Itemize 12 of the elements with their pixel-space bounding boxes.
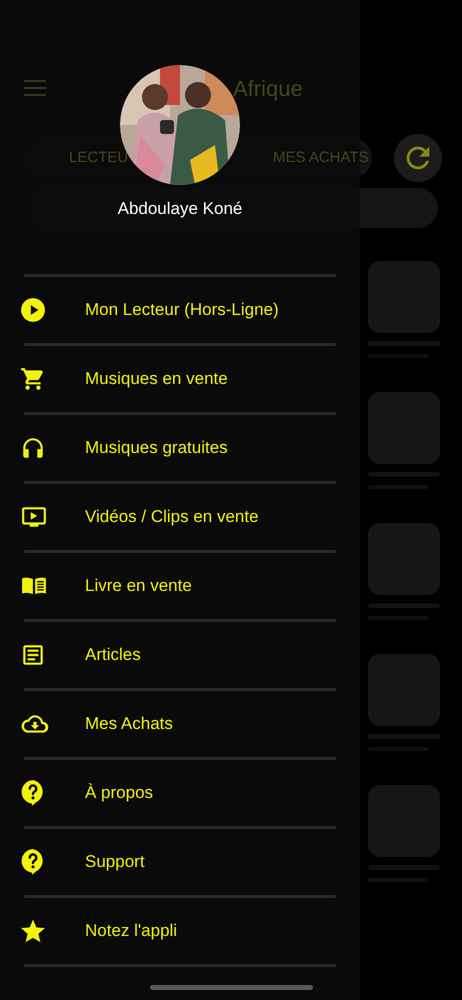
menu-item[interactable]: Support — [0, 828, 360, 894]
menu-item[interactable]: Musiques gratuites — [0, 414, 360, 480]
menu-item[interactable]: À propos — [0, 760, 360, 826]
menu-item[interactable]: Articles — [0, 622, 360, 688]
menu-item[interactable]: Mon Lecteur (Hors-Ligne) — [0, 276, 360, 342]
menu-item[interactable]: Mes Achats — [0, 690, 360, 756]
menu-item[interactable]: Notez l'appli — [0, 898, 360, 964]
user-name: Abdoulaye Koné — [118, 198, 242, 220]
app-title: Afrique — [233, 74, 303, 103]
menu-item[interactable]: Vidéos / Clips en vente — [0, 484, 360, 550]
menu-item[interactable]: Musiques en vente — [0, 346, 360, 412]
menu-item[interactable]: Livre en vente — [0, 552, 360, 618]
